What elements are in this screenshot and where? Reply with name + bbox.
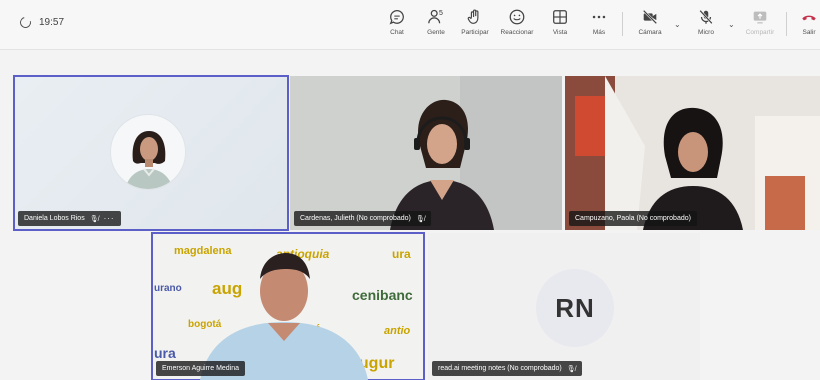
react-label: Reaccionar [500,29,534,36]
raise-hand-button[interactable]: Participar [455,8,495,42]
participant-video [290,76,562,230]
meeting-timer: 19:57 [17,14,65,31]
timer-icon [17,14,34,31]
participant-name-tag: Emerson Aguirre Medina [156,361,246,376]
chat-icon [389,10,404,25]
people-count: 5 [439,10,443,17]
view-button[interactable]: Vista [540,8,580,42]
grid-view-icon [553,10,567,24]
participant-name: Cardenas, Julieth (No comprobado) [300,215,411,222]
raise-hand-icon [467,9,479,24]
camera-label: Cámara [638,29,662,36]
people-label: Gente [427,29,445,36]
participant-tile[interactable]: Cardenas, Julieth (No comprobado) 🎙︎̸ [290,76,562,230]
more-button[interactable]: Más [579,8,619,42]
participant-tile[interactable]: Campuzano, Paola (No comprobado) [565,76,820,230]
smiley-icon [509,9,525,25]
participant-name: Emerson Aguirre Medina [162,365,240,372]
share-screen-icon [753,11,767,24]
view-label: Vista [552,29,568,36]
timer-label: 19:57 [39,17,65,28]
people-button[interactable]: 5 Gente [416,8,456,42]
toolbar-separator [786,12,787,36]
raise-hand-label: Participar [461,29,489,36]
mic-off-icon: 🎙︎̸ [566,365,576,373]
mic-options-chevron[interactable]: ⌄ [728,20,735,29]
chat-label: Chat [390,29,404,36]
participant-video [565,76,820,230]
participant-name: read.ai meeting notes (No comprobado) [438,365,562,372]
participant-tile[interactable]: RN read.ai meeting notes (No comprobado)… [428,233,700,380]
leave-button[interactable]: Salir [792,8,820,42]
participant-name-tag: read.ai meeting notes (No comprobado) 🎙︎… [432,361,582,376]
participant-name: Campuzano, Paola (No comprobado) [575,215,691,222]
participant-photo [125,131,173,189]
mic-label: Micro [698,29,714,36]
participant-name-tag: Daniela Lobos Rios 🎙︎̸ ··· [18,211,121,226]
participant-tile[interactable]: Daniela Lobos Rios 🎙︎̸ ··· [13,75,289,231]
participant-video [200,253,368,380]
mic-off-icon: 🎙︎̸ [415,215,425,223]
hang-up-icon [802,15,816,21]
participant-name-tag: Cardenas, Julieth (No comprobado) 🎙︎̸ [294,211,431,226]
mic-off-icon [699,9,713,25]
camera-button[interactable]: Cámara [630,8,670,42]
participant-initials-avatar: RN [536,269,614,347]
camera-off-icon [642,9,658,25]
participant-tile[interactable]: magdalena antioquia ura urano aug ceniba… [151,232,425,380]
participant-avatar [110,114,186,190]
participant-name-tag: Campuzano, Paola (No comprobado) [569,211,697,226]
share-label: Compartir [745,29,775,36]
toolbar-separator [622,12,623,36]
mic-off-icon: 🎙︎̸ [89,215,99,223]
camera-options-chevron[interactable]: ⌄ [674,20,681,29]
more-label: Más [592,29,606,36]
chat-button[interactable]: Chat [377,8,417,42]
react-button[interactable]: Reaccionar [497,8,537,42]
more-options-icon[interactable]: ··· [104,214,115,223]
mic-button[interactable]: Micro [686,8,726,42]
meeting-toolbar: 19:57 Chat 5 Gente Participar Reaccionar… [0,0,820,50]
share-button[interactable]: Compartir [740,8,780,42]
participant-name: Daniela Lobos Rios [24,215,85,222]
more-icon [592,15,606,19]
leave-label: Salir [802,29,816,36]
